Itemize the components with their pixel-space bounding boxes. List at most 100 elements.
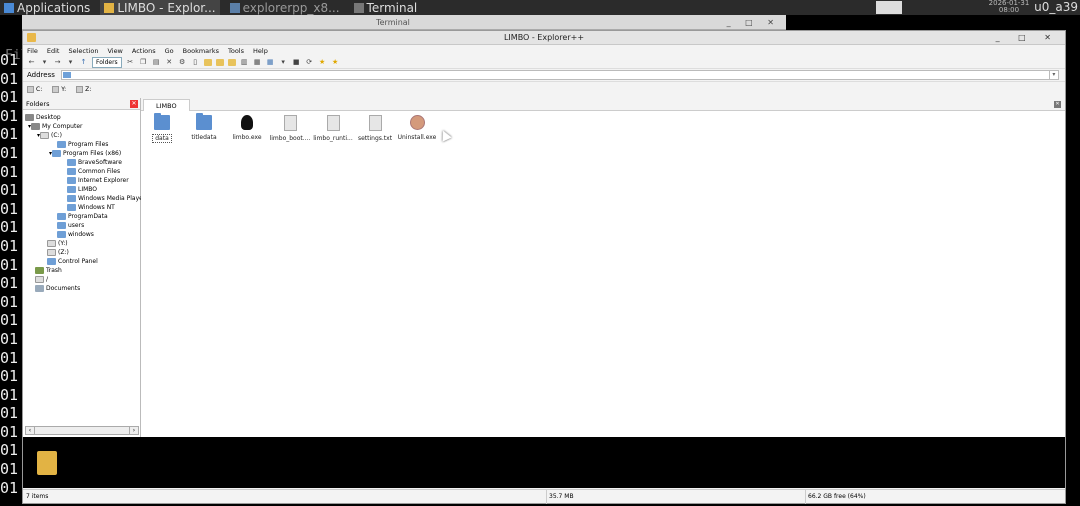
folder-icon <box>154 113 170 130</box>
preview-display-pane <box>23 437 1065 488</box>
folder-icon <box>67 204 76 211</box>
documents-icon <box>35 285 44 292</box>
close-icon[interactable]: ✕ <box>130 100 138 108</box>
file-item-limbo-exe[interactable]: limbo.exe <box>225 115 269 141</box>
folders-toggle-button[interactable]: Folders <box>92 56 122 68</box>
cut-icon[interactable]: ✂ <box>126 58 135 67</box>
delete-icon[interactable]: ✕ <box>165 58 174 67</box>
close-tab-icon[interactable]: ✕ <box>1054 101 1061 108</box>
menu-file[interactable]: File <box>27 47 38 55</box>
drive-z-button[interactable]: Z: <box>76 85 92 93</box>
taskbar-item-explorerpp[interactable]: explorerpp_x8... <box>226 0 344 15</box>
terminal-window-controls[interactable]: _ □ ✕ <box>727 15 780 30</box>
tree-item-common-files[interactable]: Common Files <box>67 167 120 176</box>
menu-actions[interactable]: Actions <box>132 47 156 55</box>
view-icon[interactable]: ▥ <box>240 58 249 67</box>
taskbar-item-terminal[interactable]: Terminal <box>350 0 422 15</box>
command-prompt-icon[interactable]: ■ <box>292 58 301 67</box>
explorer-app-icon <box>27 33 36 42</box>
tree-item-c-drive[interactable]: ▾ (C:) <box>37 131 62 140</box>
bookmark-star-icon[interactable]: ★ <box>331 58 340 67</box>
tree-item-limbo[interactable]: LIMBO <box>67 185 97 194</box>
tree-item-bravesoftware[interactable]: BraveSoftware <box>67 158 122 167</box>
tree-item-root[interactable]: / <box>35 275 48 284</box>
tree-item-label: windows <box>68 231 94 238</box>
file-item-limbo-runtime[interactable]: limbo_runti... <box>311 115 355 142</box>
chevron-down-icon[interactable]: ▾ <box>1048 71 1058 79</box>
up-icon[interactable]: ↑ <box>79 58 88 67</box>
drive-label: Z: <box>85 85 92 93</box>
chevron-down-icon[interactable]: ▾ <box>66 58 75 67</box>
drive-icon <box>35 276 44 283</box>
tree-item-control-panel[interactable]: Control Panel <box>47 257 98 266</box>
views-icon[interactable]: ▦ <box>266 58 275 67</box>
back-icon[interactable]: ← <box>27 58 36 67</box>
tree-item-windows[interactable]: windows <box>57 230 94 239</box>
refresh-icon[interactable]: ⟳ <box>305 58 314 67</box>
chevron-down-icon[interactable]: ▾ <box>279 58 288 67</box>
file-label: Uninstall.exe <box>397 134 437 141</box>
tree-item-users[interactable]: users <box>57 221 84 230</box>
menu-view[interactable]: View <box>107 47 122 55</box>
address-input[interactable]: ▾ <box>60 70 1059 80</box>
file-label: limbo_boot.... <box>269 135 311 142</box>
clock[interactable]: 2026-01-31 08:00 <box>986 0 1032 14</box>
copy-to-folder-icon[interactable] <box>215 58 224 66</box>
tree-item-desktop[interactable]: Desktop <box>25 113 61 122</box>
menu-help[interactable]: Help <box>253 47 268 55</box>
window-controls[interactable]: _ □ ✕ <box>996 31 1059 45</box>
window-titlebar[interactable]: LIMBO - Explorer++ _ □ ✕ <box>23 31 1065 45</box>
taskbar-item-limbo-explorer[interactable]: LIMBO - Explor... <box>100 0 220 15</box>
tree-item-program-files[interactable]: Program Files <box>57 140 108 149</box>
forward-icon[interactable]: → <box>53 58 62 67</box>
properties-icon[interactable]: ⚙ <box>178 58 187 67</box>
drive-c-button[interactable]: C: <box>27 85 42 93</box>
drives-toolbar: C: Y: Z: <box>23 82 1065 96</box>
tree-item-documents[interactable]: Documents <box>35 284 80 293</box>
file-item-data[interactable]: data <box>140 113 184 143</box>
folder-icon <box>67 177 76 184</box>
tree-item-trash[interactable]: Trash <box>35 266 62 275</box>
tray-window-preview[interactable] <box>876 1 902 14</box>
bookmark-star-icon[interactable]: ★ <box>318 58 327 67</box>
file-item-settings-txt[interactable]: settings.txt <box>353 115 397 142</box>
menu-bookmarks[interactable]: Bookmarks <box>183 47 219 55</box>
file-label: data <box>152 134 172 143</box>
tree-item-internet-explorer[interactable]: Internet Explorer <box>67 176 129 185</box>
new-folder-icon[interactable] <box>203 58 212 66</box>
user-name[interactable]: u0_a39 <box>1034 0 1078 14</box>
file-item-uninstall-exe[interactable]: Uninstall.exe <box>395 115 439 141</box>
horizontal-scrollbar[interactable]: ‹ › <box>25 426 139 435</box>
menu-go[interactable]: Go <box>165 47 174 55</box>
file-item-limbo-boot[interactable]: limbo_boot.... <box>268 115 312 142</box>
terminal-digit-line: 01 <box>0 106 19 125</box>
menu-tools[interactable]: Tools <box>228 47 244 55</box>
status-bar: 7 items 35.7 MB 66.2 GB free (64%) <box>23 489 1065 504</box>
menu-selection[interactable]: Selection <box>68 47 98 55</box>
tab-limbo[interactable]: LIMBO <box>143 99 190 111</box>
menu-edit[interactable]: Edit <box>47 47 60 55</box>
view-icon[interactable]: ▦ <box>253 58 262 67</box>
taskbar-item-label: Terminal <box>366 0 418 15</box>
applications-menu[interactable]: Applications <box>0 0 94 15</box>
terminal-titlebar[interactable]: Terminal _ □ ✕ <box>0 15 786 30</box>
tree-item-my-computer[interactable]: ▾ My Computer <box>28 122 82 131</box>
copy-icon[interactable]: ❐ <box>139 58 148 67</box>
terminal-digit-line: 01 <box>0 367 19 386</box>
drive-y-button[interactable]: Y: <box>52 85 66 93</box>
chevron-down-icon[interactable]: ▾ <box>40 58 49 67</box>
folders-button-label: Folders <box>96 58 118 66</box>
file-item-titledata[interactable]: titledata <box>182 113 226 141</box>
tree-item-program-files-x86[interactable]: ▾ Program Files (x86) <box>49 149 121 158</box>
paste-icon[interactable]: ▤ <box>152 58 161 67</box>
tree-item-label: Control Panel <box>58 258 98 265</box>
applications-icon <box>4 2 14 13</box>
tree-item-programdata[interactable]: ProgramData <box>57 212 108 221</box>
scroll-right-icon[interactable]: › <box>129 427 138 434</box>
tree-item-windows-media-player[interactable]: Windows Media Player <box>67 194 145 203</box>
tree-item-windows-nt[interactable]: Windows NT <box>67 203 115 212</box>
scroll-left-icon[interactable]: ‹ <box>26 427 35 434</box>
move-to-folder-icon[interactable] <box>227 58 236 66</box>
tree-item-z-drive[interactable]: (Z:) <box>47 248 69 257</box>
tree-item-y-drive[interactable]: (Y:) <box>47 239 68 248</box>
